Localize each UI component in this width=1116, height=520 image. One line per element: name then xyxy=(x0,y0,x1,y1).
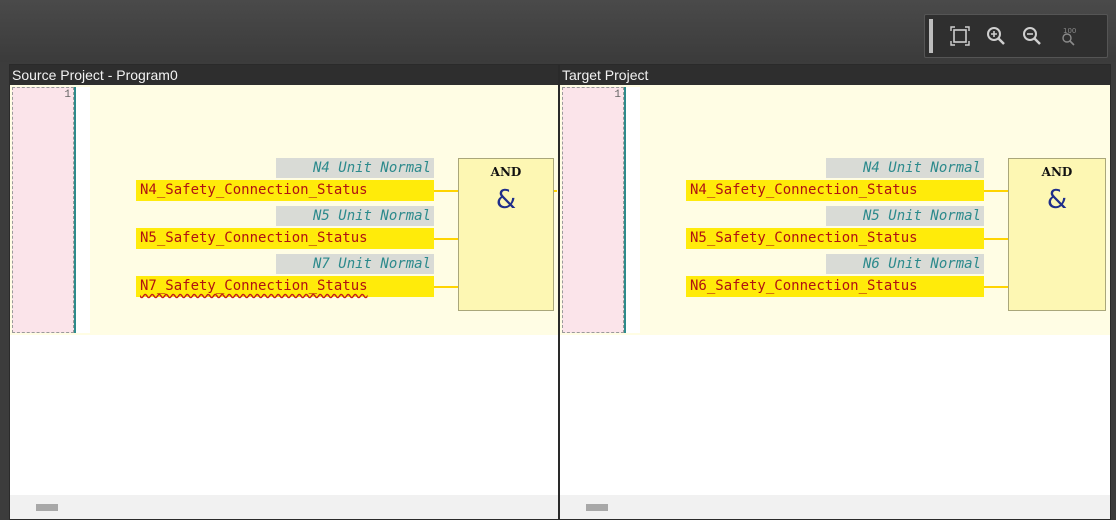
input-variable[interactable]: N7_Safety_Connection_Status xyxy=(136,276,434,297)
target-project-pane: Target Project 1 N4 Unit Normal N4_Safet… xyxy=(559,64,1111,520)
scrollbar-thumb[interactable] xyxy=(36,504,58,511)
top-toolbar-area: 100 xyxy=(0,0,1116,62)
zoom-out-icon xyxy=(1023,27,1041,45)
rung-gutter[interactable]: 1 xyxy=(12,87,74,333)
fit-to-window-button[interactable] xyxy=(947,23,973,49)
input-variable[interactable]: N4_Safety_Connection_Status xyxy=(686,180,984,201)
ladder-canvas[interactable]: 1 N4 Unit Normal N4_Safety_Connection_St… xyxy=(560,85,1110,335)
ampersand-symbol: & xyxy=(495,185,517,215)
and-function-block[interactable]: AND & xyxy=(458,158,554,311)
input-comment: N7 Unit Normal xyxy=(276,254,434,274)
horizontal-scrollbar[interactable] xyxy=(10,495,558,519)
input-variable[interactable]: N5_Safety_Connection_Status xyxy=(686,228,984,249)
input-variable[interactable]: N5_Safety_Connection_Status xyxy=(136,228,434,249)
ladder-canvas[interactable]: 1 N4 Unit Normal N4_Safety_Connection_St… xyxy=(10,85,558,335)
line-number: 1 xyxy=(614,89,621,101)
input-wire xyxy=(434,190,459,192)
input-wire xyxy=(434,286,459,288)
rail-margin xyxy=(626,87,640,333)
source-project-pane: Source Project - Program0 1 N4 Unit Norm… xyxy=(9,64,559,520)
rung-gutter[interactable]: 1 xyxy=(562,87,624,333)
zoom-100-icon: 100 xyxy=(1062,27,1076,46)
ampersand-symbol: & xyxy=(1046,185,1068,215)
horizontal-scrollbar[interactable] xyxy=(560,495,1110,519)
line-number: 1 xyxy=(64,89,71,101)
zoom-in-icon xyxy=(987,27,1005,45)
output-wire xyxy=(554,190,557,192)
and-function-block[interactable]: AND & xyxy=(1008,158,1106,311)
zoom-toolbar: 100 xyxy=(924,14,1108,58)
input-wire xyxy=(434,238,459,240)
input-variable[interactable]: N4_Safety_Connection_Status xyxy=(136,180,434,201)
zoom-100-button[interactable]: 100 xyxy=(1055,23,1081,49)
function-block-name: AND xyxy=(1041,165,1073,179)
fit-to-window-icon xyxy=(950,26,970,46)
function-block-name: AND xyxy=(490,165,522,179)
input-variable[interactable]: N6_Safety_Connection_Status xyxy=(686,276,984,297)
input-comment: N4 Unit Normal xyxy=(276,158,434,178)
input-comment: N5 Unit Normal xyxy=(276,206,434,226)
zoom-in-button[interactable] xyxy=(983,23,1009,49)
toolbar-grip[interactable] xyxy=(929,19,933,53)
input-wire xyxy=(984,238,1009,240)
input-comment: N4 Unit Normal xyxy=(826,158,984,178)
zoom-out-button[interactable] xyxy=(1019,23,1045,49)
pane-title: Source Project - Program0 xyxy=(10,65,558,85)
rail-margin xyxy=(76,87,90,333)
input-comment: N6 Unit Normal xyxy=(826,254,984,274)
input-wire xyxy=(984,190,1009,192)
pane-title: Target Project xyxy=(560,65,1110,85)
input-comment: N5 Unit Normal xyxy=(826,206,984,226)
scrollbar-thumb[interactable] xyxy=(586,504,608,511)
input-wire xyxy=(984,286,1009,288)
